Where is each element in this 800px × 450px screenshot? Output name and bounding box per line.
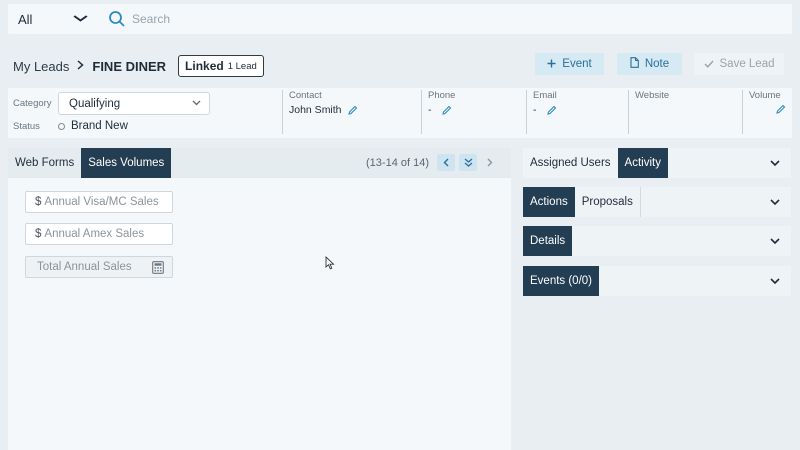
phone-value: - [428,104,432,116]
event-button-label: Event [562,58,592,70]
category-label: Category [13,98,52,109]
edit-contact-pencil-icon[interactable] [347,105,358,116]
currency-symbol: $ [35,196,42,208]
tab-web-forms[interactable]: Web Forms [8,148,81,178]
scope-dropdown[interactable]: All [8,4,92,34]
search-icon[interactable] [108,10,126,28]
pager-next-icon[interactable] [481,154,499,171]
edit-volume-pencil-icon[interactable] [775,104,786,115]
status-value: Brand New [71,120,128,132]
actions-proposals-panel: Actions Proposals [523,187,791,217]
plus-icon [547,57,556,71]
category-value: Qualifying [69,97,121,110]
volume-value-row [743,104,790,115]
phone-value-row: - [422,104,527,116]
website-field: Website [628,90,743,134]
status-dot-icon [58,122,65,130]
email-value-row: - [527,104,629,116]
note-button-label: Note [644,58,670,70]
assigned-users-activity-panel: Assigned Users Activity [523,148,791,178]
add-note-button[interactable]: Note [617,53,682,75]
contact-value: John Smith [289,104,342,116]
search-input[interactable] [132,12,432,26]
status-field: Brand New [58,120,128,132]
email-field: Email - [526,90,629,134]
linked-count: 1 Lead [227,60,257,72]
lead-info-bar: Category Qualifying Status Brand New Con… [8,88,792,138]
breadcrumb-my-leads[interactable]: My Leads [13,59,69,74]
events-panel: Events (0/0) [523,266,791,296]
details-panel: Details [523,226,791,256]
document-icon [630,57,639,71]
edit-email-pencil-icon[interactable] [546,105,557,116]
tab-assigned-users[interactable]: Assigned Users [523,148,618,178]
status-label: Status [13,121,40,132]
add-event-button[interactable]: Event [535,53,604,75]
phone-field: Phone - [421,90,527,134]
tab-activity[interactable]: Activity [617,148,668,178]
website-label: Website [635,90,670,101]
pager-expand-all-icon[interactable] [459,154,477,171]
chevron-right-icon [77,59,85,73]
pager-count: (13-14 of 14) [366,156,429,169]
contact-label: Contact [289,90,322,101]
total-sales-placeholder: Total Annual Sales [37,261,132,273]
breadcrumb: My Leads FINE DINER Linked 1 Lead [13,55,264,77]
chevron-down-icon[interactable] [769,157,781,169]
pager-prev-icon[interactable] [437,154,455,171]
annual-amex-sales-input[interactable]: $ Annual Amex Sales [25,223,173,245]
chevron-down-icon [73,13,88,25]
tab-events[interactable]: Events (0/0) [523,266,599,296]
volume-label: Volume [749,90,781,101]
top-search-bar: All [8,4,792,34]
scope-value: All [18,11,33,27]
tab-details[interactable]: Details [523,226,573,256]
chevron-down-icon[interactable] [769,235,781,247]
tab-sales-volumes[interactable]: Sales Volumes [81,148,172,178]
currency-symbol: $ [35,228,42,240]
contact-value-row: John Smith [283,104,422,116]
tab-actions[interactable]: Actions [523,187,575,217]
contact-field: Contact John Smith [282,90,422,134]
chevron-down-icon[interactable] [769,196,781,208]
chevron-down-icon [192,98,201,109]
mouse-cursor-icon [325,256,335,270]
breadcrumb-current: FINE DINER [92,58,167,74]
linked-label: Linked [185,59,224,73]
visa-mc-placeholder: Annual Visa/MC Sales [44,196,159,208]
email-value: - [533,104,537,116]
linked-leads-badge[interactable]: Linked 1 Lead [178,55,264,77]
category-dropdown[interactable]: Qualifying [58,92,210,115]
check-icon [704,57,714,71]
volume-field: Volume [742,90,790,134]
calculator-icon [152,261,164,274]
sales-volumes-card: Web Forms Sales Volumes (13-14 of 14) $ … [8,148,511,450]
total-annual-sales-field: Total Annual Sales [25,256,173,278]
email-label: Email [533,90,557,101]
save-button-label: Save Lead [719,58,775,70]
save-lead-button[interactable]: Save Lead [694,53,784,75]
annual-visa-mc-sales-input[interactable]: $ Annual Visa/MC Sales [25,191,173,213]
edit-phone-pencil-icon[interactable] [441,105,452,116]
tab-proposals[interactable]: Proposals [575,187,641,217]
left-tabs: Web Forms Sales Volumes (13-14 of 14) [8,148,511,178]
amex-placeholder: Annual Amex Sales [44,228,145,240]
phone-label: Phone [428,90,456,101]
chevron-down-icon[interactable] [769,275,781,287]
pager: (13-14 of 14) [366,154,499,171]
